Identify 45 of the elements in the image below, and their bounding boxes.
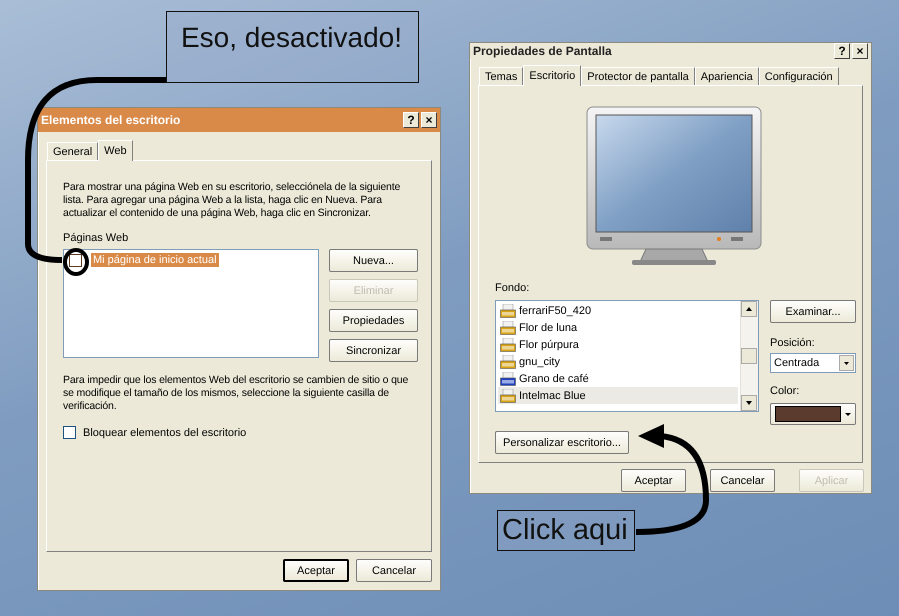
dialog-button[interactable]: Aceptar (283, 559, 349, 582)
list-item[interactable]: Flor púrpura (498, 336, 738, 353)
lock-description-text: Para impedir que los elementos Web del escritorio se cambien de sitio o que se modifique el tamaño de los mismos, seleccione la siguiente casilla de verificación. (63, 374, 410, 413)
color-label: Color: (770, 385, 800, 397)
tab[interactable]: Protector de pantalla (581, 67, 695, 85)
list-label: Fondo: (495, 282, 530, 294)
checkbox-label[interactable]: Bloquear elementos del escritorio (83, 426, 246, 438)
list-item[interactable]: Intelmac Blue (498, 387, 738, 404)
list-item-label: Flor púrpura (519, 338, 579, 350)
list-item-label: Flor de luna (519, 322, 578, 334)
list-item-label: ferrariF50_420 (519, 304, 592, 316)
tab[interactable]: Configuración (758, 67, 839, 85)
callout-box: Eso, desactivado! (166, 11, 419, 83)
tab[interactable]: Temas (479, 67, 524, 85)
tab[interactable]: Apariencia (694, 67, 759, 85)
description-text: Para mostrar una página Web en su escritorio, selecciónela de la siguiente lista. Para agregar una página Web a la lista, haga clic en Nueva. Para actualizar el contenido de una página Web, haga clic en Sincronizar. (63, 181, 402, 220)
list-label: Páginas Web (63, 232, 130, 244)
dialog-button[interactable]: Aceptar (621, 469, 686, 492)
window-title: Elementos del escritorio (41, 113, 180, 127)
close-button[interactable]: × (852, 43, 868, 59)
window-title: Propiedades de Pantalla (473, 44, 612, 58)
list-item[interactable]: gnu_city (498, 353, 738, 370)
position-label: Posición: (770, 337, 816, 349)
list-item-label: gnu_city (519, 356, 560, 368)
tab[interactable]: General (47, 142, 98, 160)
side-button[interactable]: Nueva... (329, 249, 418, 272)
side-button[interactable]: Propiedades (329, 309, 418, 332)
close-button[interactable]: × (421, 112, 437, 128)
customize-desktop-button[interactable]: Personalizar escritorio... (495, 431, 629, 454)
callout-box: Click aqui (497, 510, 635, 551)
list-item-label: Grano de café (519, 372, 589, 384)
list-item-label: Intelmac Blue (519, 390, 586, 402)
help-button[interactable]: ? (403, 112, 419, 128)
dialog-button[interactable]: Cancelar (710, 469, 775, 492)
list-item[interactable]: Flor de luna (498, 319, 738, 336)
dialog-button[interactable]: Cancelar (356, 559, 432, 582)
help-button[interactable]: ? (834, 43, 850, 59)
tab[interactable]: Web (98, 140, 133, 161)
side-button[interactable]: Sincronizar (329, 339, 418, 362)
position-dropdown[interactable]: Centrada (770, 353, 856, 373)
dropdown-value: Centrada (774, 357, 820, 369)
list-item[interactable]: ferrariF50_420 (498, 302, 738, 319)
browse-button[interactable]: Examinar... (770, 300, 856, 323)
tab[interactable]: Escritorio (523, 65, 582, 86)
list-item[interactable]: Grano de café (498, 370, 738, 387)
